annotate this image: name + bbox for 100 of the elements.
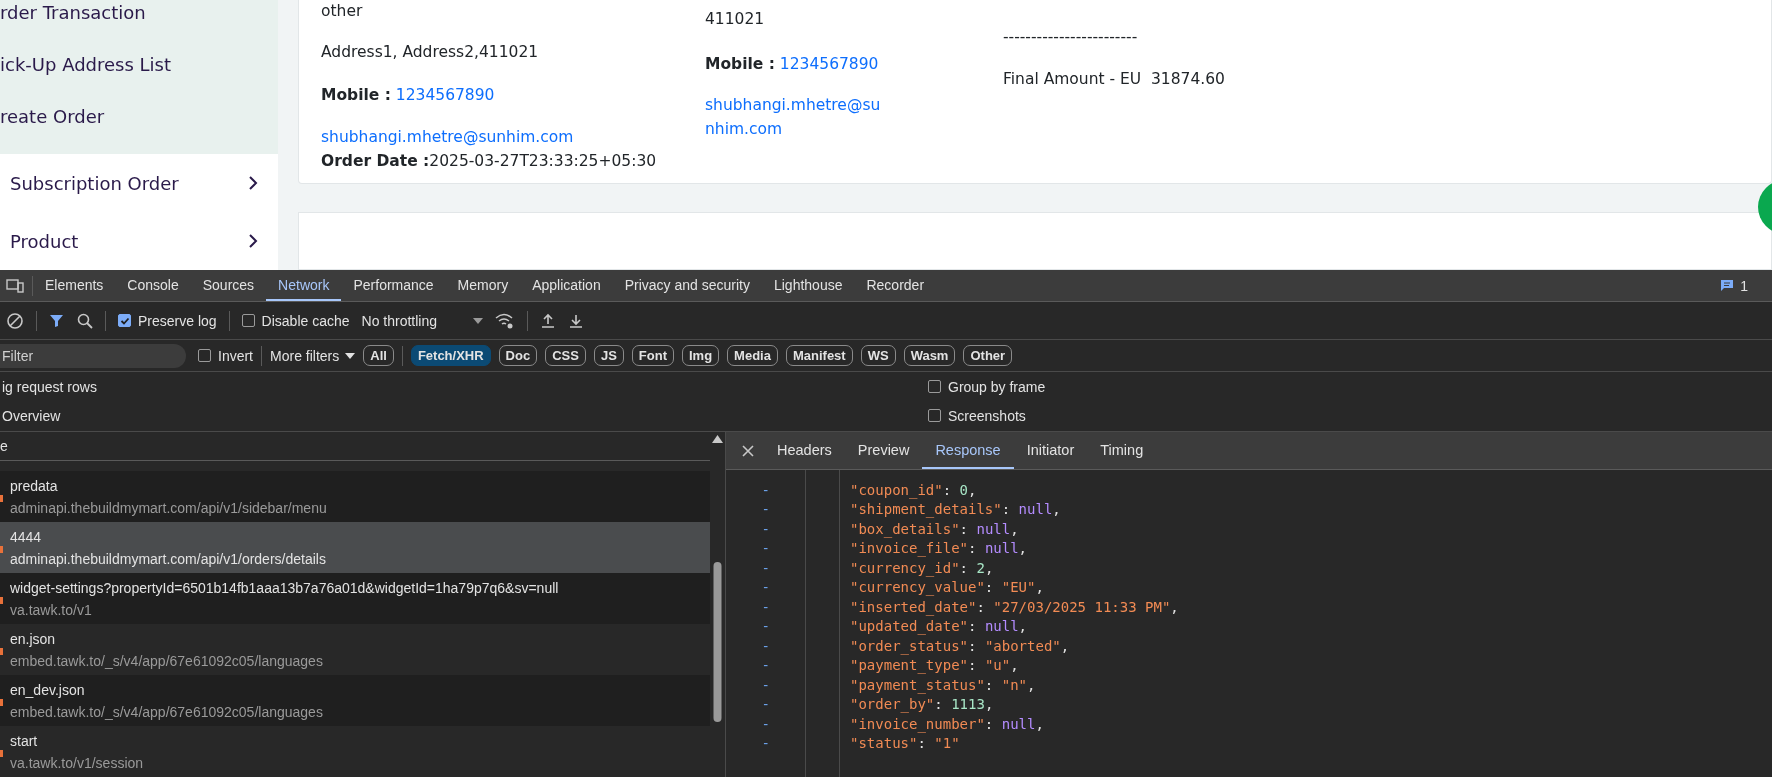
option-label: ig request rows <box>2 378 97 395</box>
type-filter-chip[interactable]: Manifest <box>785 345 853 366</box>
devtools-tab[interactable]: Console <box>115 270 191 301</box>
devtools-tab[interactable]: Lighthouse <box>761 270 855 301</box>
code-line: "order_status": "aborted", <box>850 637 1070 654</box>
type-filter-chip[interactable]: Wasm <box>903 345 956 366</box>
email-link[interactable]: shubhangi.mhetre@sunhim.com <box>705 93 885 141</box>
diff-marker: - <box>760 559 771 576</box>
request-row[interactable]: predata adminapi.thebuildmymart.com/api/v1/sidebar/menu <box>0 471 710 522</box>
code-line: "currency_value": "EU", <box>850 579 1044 596</box>
code-line: "shipment_details": null, <box>850 501 1061 518</box>
diff-marker: - <box>760 696 771 713</box>
type-filter-chip[interactable]: Img <box>681 345 720 366</box>
devtools-tab[interactable]: Sources <box>190 270 267 301</box>
diff-marker: - <box>760 540 771 557</box>
type-filter-chip[interactable]: WS <box>860 345 896 366</box>
address-text: Address1, Address2,411021 <box>321 42 540 63</box>
sidebar-item[interactable]: ick-Up Address List <box>0 53 171 75</box>
diff-marker: - <box>760 735 771 752</box>
checkbox[interactable] <box>241 314 255 327</box>
close-icon[interactable] <box>742 444 754 457</box>
diff-marker: - <box>760 579 771 596</box>
mobile-text: Mobile : 1234567890 <box>321 85 496 106</box>
order-date-text: Order Date :2025-03-27T23:33:25+05:30 <box>321 151 658 172</box>
type-filter-chip[interactable]: CSS <box>545 345 586 366</box>
diff-marker: - <box>760 481 771 498</box>
type-filter-chip[interactable]: All <box>363 345 394 366</box>
message-icon <box>1720 279 1735 292</box>
more-filters-dropdown[interactable]: More filters <box>270 347 356 364</box>
caret-icon <box>473 317 483 324</box>
sidebar-item[interactable]: Subscription Order <box>10 172 179 194</box>
checkbox[interactable] <box>928 409 941 422</box>
diff-marker: - <box>760 501 771 518</box>
checkbox-label: Group by frame <box>948 378 1046 395</box>
search-icon[interactable] <box>77 312 93 329</box>
detail-tab[interactable]: Initiator <box>1013 432 1088 469</box>
network-settings-icon[interactable] <box>495 312 515 329</box>
diff-marker: - <box>760 637 771 654</box>
detail-tab[interactable]: Preview <box>844 432 923 469</box>
diff-marker: - <box>760 520 771 537</box>
mobile-text: Mobile : 1234567890 <box>705 54 880 75</box>
issues-counter[interactable]: 1 <box>1720 270 1772 301</box>
sidebar-item[interactable]: Product <box>10 230 79 252</box>
chevron-right-icon <box>248 233 258 250</box>
checkbox-label: Screenshots <box>948 407 1026 424</box>
devtools-tab[interactable]: Network <box>266 270 342 301</box>
column-header[interactable]: e <box>0 438 8 454</box>
devtools-tab[interactable]: Elements <box>33 270 116 301</box>
address-text: other <box>321 1 364 22</box>
code-line: "coupon_id": 0, <box>850 481 977 498</box>
diff-marker: - <box>760 715 771 732</box>
checkbox[interactable] <box>928 380 941 393</box>
divider-text: ------------------------ <box>1003 27 1139 48</box>
checkbox[interactable] <box>118 314 131 327</box>
code-line: "payment_type": "u", <box>850 657 1019 674</box>
diff-marker: - <box>760 618 771 635</box>
type-filter-chip[interactable]: Other <box>963 345 1013 366</box>
devtools-tab[interactable]: Memory <box>445 270 521 301</box>
clear-icon[interactable] <box>6 311 24 330</box>
code-line: "currency_id": 2, <box>850 559 994 576</box>
type-filter-chip[interactable]: JS <box>593 345 624 366</box>
diff-marker: - <box>760 676 771 693</box>
code-line: "inserted_date": "27/03/2025 11:33 PM", <box>850 598 1179 615</box>
request-row[interactable]: 4444 adminapi.thebuildmymart.com/api/v1/orders/details <box>0 522 710 573</box>
checkbox-label: Disable cache <box>261 312 350 329</box>
detail-tab[interactable]: Headers <box>764 432 845 469</box>
email-link[interactable]: shubhangi.mhetre@sunhim.com <box>321 126 705 148</box>
code-line: "box_details": null, <box>850 520 1019 537</box>
detail-tab[interactable]: Timing <box>1087 432 1157 469</box>
code-line: "invoice_file": null, <box>850 540 1028 557</box>
type-filter-chip[interactable]: Font <box>631 345 674 366</box>
code-line: "invoice_number": null, <box>850 715 1044 732</box>
devtools-tab[interactable]: Application <box>520 270 613 301</box>
type-filter-chip[interactable]: Doc <box>498 345 538 366</box>
diff-marker: - <box>760 657 771 674</box>
diff-marker: - <box>760 598 771 615</box>
request-row[interactable]: en_dev.json embed.tawk.to/_s/v4/app/67e61092c05/languages <box>0 675 710 726</box>
devtools-tab[interactable]: Performance <box>341 270 446 301</box>
devtools-tab[interactable]: Privacy and security <box>612 270 762 301</box>
type-filter-chip[interactable]: Media <box>727 345 778 366</box>
checkbox[interactable] <box>198 349 211 362</box>
code-line: "order_by": 1113, <box>850 696 994 713</box>
download-icon[interactable] <box>568 312 584 329</box>
filter-field[interactable]: Filter <box>0 343 186 368</box>
type-filter-chip[interactable]: Fetch/XHR <box>410 345 491 366</box>
address-text: 411021 <box>705 9 766 30</box>
chevron-right-icon <box>248 175 258 192</box>
code-line: "updated_date": null, <box>850 618 1028 635</box>
filter-icon[interactable] <box>49 312 65 329</box>
device-toggle-icon[interactable] <box>6 278 24 293</box>
detail-tab[interactable]: Response <box>922 432 1014 469</box>
sidebar-item[interactable]: rder Transaction <box>0 1 146 23</box>
upload-icon[interactable] <box>540 312 556 329</box>
devtools-tab[interactable]: Recorder <box>854 270 937 301</box>
sidebar-item[interactable]: reate Order <box>0 105 105 127</box>
checkbox-label: Preserve log <box>138 312 217 329</box>
request-row[interactable]: widget-settings?propertyId=6501b14fb1aaa13b7a76a01d&widgetId=1ha79p7q6&sv=null va.tawk.to/v1 <box>0 573 710 624</box>
option-label: Overview <box>2 407 61 424</box>
caret-icon <box>345 352 356 359</box>
throttling-dropdown[interactable]: No throttling <box>361 312 483 329</box>
